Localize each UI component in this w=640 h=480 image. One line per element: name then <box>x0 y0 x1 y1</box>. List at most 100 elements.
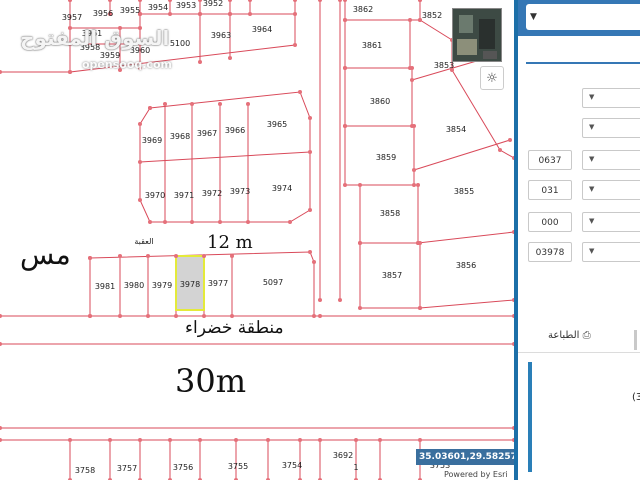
parcel-divider <box>417 231 514 244</box>
parcel-label-3860[interactable]: 3860 <box>370 97 390 106</box>
parcel-vertex <box>138 198 142 202</box>
parcel-vertex <box>293 12 297 16</box>
parcel-dropdown[interactable]: ▼ <box>582 242 640 262</box>
parcel-label-3953[interactable]: 3953 <box>176 1 196 10</box>
parcel-label-5100[interactable]: 5100 <box>170 39 190 48</box>
parcel-label-3966[interactable]: 3966 <box>225 126 245 135</box>
parcel-label-3861[interactable]: 3861 <box>362 41 382 50</box>
parcel-label-3856[interactable]: 3856 <box>456 261 476 270</box>
district-dropdown[interactable]: ▼ <box>582 212 640 232</box>
village-code-field[interactable]: 0637 <box>528 150 572 170</box>
parcel-label-3968[interactable]: 3968 <box>170 132 190 141</box>
parcel-vertex <box>408 18 412 22</box>
parcel-vertex <box>343 66 347 70</box>
basemap-toggle-thumbnail[interactable] <box>452 8 502 62</box>
printer-icon: ⎙ <box>582 330 591 341</box>
parcel-label-3854[interactable]: 3854 <box>446 125 466 134</box>
parcel-label-3967[interactable]: 3967 <box>197 129 217 138</box>
parcel-vertex <box>338 0 342 2</box>
parcel-vertex <box>308 250 312 254</box>
parcel-vertex <box>190 220 194 224</box>
parcel-label-3954[interactable]: 3954 <box>148 3 168 12</box>
parcel-vertex <box>358 306 362 310</box>
parcel-label-3692[interactable]: 3692 <box>333 451 353 460</box>
parcel-vertex <box>146 314 150 318</box>
sun-locate-icon[interactable]: ☼ <box>480 66 504 90</box>
parcel-label-3971[interactable]: 3971 <box>174 191 194 200</box>
parcel-label-5097[interactable]: 5097 <box>263 278 283 287</box>
filter-dropdown-1[interactable]: ▼ <box>582 88 640 108</box>
parcel-label-3974[interactable]: 3974 <box>272 184 292 193</box>
parcel-label-3852[interactable]: 3852 <box>422 11 442 20</box>
parcel-label-3756[interactable]: 3756 <box>173 463 193 472</box>
parcel-vertex <box>358 241 362 245</box>
parcel-vertex <box>498 148 502 152</box>
parcel-label-3969[interactable]: 3969 <box>142 136 162 145</box>
parcel-label-3857[interactable]: 3857 <box>382 271 402 280</box>
parcel-vertex <box>308 150 312 154</box>
parcel-vertex <box>88 256 92 260</box>
parcel-label-3855[interactable]: 3855 <box>454 187 474 196</box>
parcel-vertex <box>228 12 232 16</box>
parcel-label-3758[interactable]: 3758 <box>75 466 95 475</box>
parcel-label-3859[interactable]: 3859 <box>376 153 396 162</box>
parcel-label-3965[interactable]: 3965 <box>267 120 287 129</box>
parcel-label-3757[interactable]: 3757 <box>117 464 137 473</box>
parcel-vertex <box>418 438 422 442</box>
region-select[interactable]: ▼ <box>526 4 640 30</box>
parcel-vertex <box>343 0 347 2</box>
parcel-label-3973[interactable]: 3973 <box>230 187 250 196</box>
basin-dropdown[interactable]: ▼ <box>582 180 640 200</box>
parcel-label-3858[interactable]: 3858 <box>380 209 400 218</box>
parcel-label-partial[interactable]: 1 <box>353 463 358 472</box>
parcel-label-3970[interactable]: 3970 <box>145 191 165 200</box>
parcel-vertex <box>174 314 178 318</box>
parcel-label-3754[interactable]: 3754 <box>282 461 302 470</box>
basin-code-field[interactable]: 031 <box>528 180 572 200</box>
parcel-vertex <box>228 56 232 60</box>
parcel-map-canvas[interactable]: 3957 3956 3955 3954 3953 39523958395939603961… <box>0 0 514 480</box>
panel-scrollbar[interactable] <box>634 330 637 350</box>
parcel-label-3956[interactable]: 3956 <box>93 9 113 18</box>
parcel-vertex <box>88 314 92 318</box>
parcel-vertex <box>174 254 178 258</box>
caret-down-icon: ▼ <box>589 123 595 131</box>
frontage-width-label: 12 m <box>207 232 253 253</box>
parcel-label-3964[interactable]: 3964 <box>252 25 272 34</box>
parcel-vertex <box>148 220 152 224</box>
parcel-label-3972[interactable]: 3972 <box>202 189 222 198</box>
parcel-vertex <box>198 0 202 2</box>
parcel-vertex <box>0 426 2 430</box>
coordinate-readout: 35.03601,29.58257 <box>416 449 514 465</box>
parcel-label-3955[interactable]: 3955 <box>120 6 140 15</box>
parcel-number-field[interactable]: 03978 <box>528 242 572 262</box>
attribution-text: Powered by Esri <box>444 470 508 479</box>
parcel-vertex <box>298 90 302 94</box>
parcel-vertex <box>198 60 202 64</box>
parcel-label-3963[interactable]: 3963 <box>211 31 231 40</box>
parcel-label-3979[interactable]: 3979 <box>152 281 172 290</box>
map-view[interactable]: 3957 3956 3955 3954 3953 3952 3958 3959 3960 3961… <box>0 0 514 480</box>
filter-dropdown-2[interactable]: ▼ <box>582 118 640 138</box>
parcel-label-3978[interactable]: 3978 <box>180 280 200 289</box>
parcel-label-3977[interactable]: 3977 <box>208 279 228 288</box>
parcel-label-3980[interactable]: 3980 <box>124 281 144 290</box>
print-button[interactable]: ⎙ الطباعة <box>548 330 591 341</box>
parcel-vertex <box>0 342 2 346</box>
parcel-vertex <box>418 0 422 2</box>
parcel-vertex <box>293 0 297 2</box>
parcel-label-3957[interactable]: 3957 <box>62 13 82 22</box>
parcel-label-3952[interactable]: 3952 <box>203 0 223 8</box>
parcel-vertex <box>228 0 232 2</box>
village-dropdown[interactable]: ▼ <box>582 150 640 170</box>
parcel-label-3853[interactable]: 3853 <box>434 61 454 70</box>
parcel-label-3862[interactable]: 3862 <box>353 5 373 14</box>
parcel-vertex <box>308 116 312 120</box>
district-code-field[interactable]: 000 <box>528 212 572 232</box>
parcel-label-3755[interactable]: 3755 <box>228 462 248 471</box>
results-scrollbar[interactable] <box>528 362 532 472</box>
parcel-vertex <box>416 241 420 245</box>
parcel-vertex <box>246 102 250 106</box>
parcel-label-3981[interactable]: 3981 <box>95 282 115 291</box>
parcel-vertex <box>68 438 72 442</box>
